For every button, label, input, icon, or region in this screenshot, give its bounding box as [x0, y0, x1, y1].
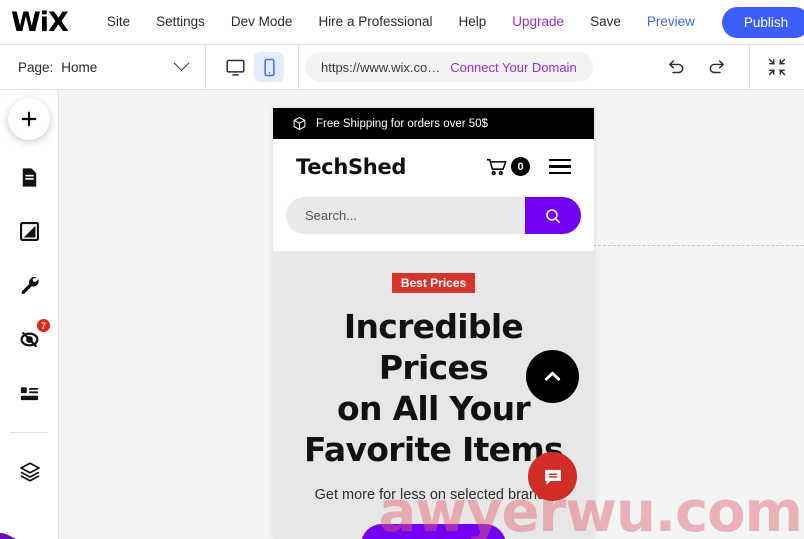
search-row: Search...: [273, 194, 594, 251]
collapse-button[interactable]: [760, 50, 794, 84]
shop-now-button[interactable]: Shop Now: [361, 523, 506, 539]
chevron-down-icon: [173, 54, 190, 71]
nav-item-upgrade[interactable]: Upgrade: [499, 0, 577, 44]
wrench-icon: [21, 276, 39, 294]
editor-top-bar: WiX Site Settings Dev Mode Hire a Profes…: [0, 0, 804, 45]
desktop-icon: [225, 59, 245, 76]
package-icon: [293, 117, 306, 130]
nav-item-help[interactable]: Help: [446, 0, 500, 44]
page-selector-prefix: Page:: [18, 59, 54, 75]
sidebar-item-layers[interactable]: [0, 445, 59, 499]
editor-tools: [659, 44, 804, 90]
nav-item-settings[interactable]: Settings: [143, 0, 218, 44]
corner-accent: [0, 517, 26, 539]
page-selector-value: Home: [61, 59, 98, 75]
theme-icon: [20, 221, 39, 241]
wix-logo[interactable]: WiX: [11, 9, 69, 36]
scroll-to-top-button[interactable]: [526, 350, 579, 403]
undo-button[interactable]: [659, 50, 693, 84]
sidebar-item-hidden-elements[interactable]: 7: [0, 312, 59, 366]
chat-bubble-icon: [544, 469, 561, 485]
add-elements-button[interactable]: [8, 98, 50, 140]
announcement-bar[interactable]: Free Shipping for orders over 50$: [273, 108, 594, 139]
divider: [298, 44, 299, 90]
mobile-icon: [263, 58, 275, 76]
desktop-view-button[interactable]: [220, 52, 250, 82]
mobile-view-button[interactable]: [254, 52, 284, 82]
sidebar-item-apps[interactable]: [0, 366, 59, 420]
cart-button[interactable]: 0: [485, 156, 530, 178]
store-brand-logo[interactable]: TechShed: [296, 155, 406, 179]
connect-domain-link[interactable]: Connect Your Domain: [450, 60, 576, 75]
plus-icon: [21, 111, 37, 127]
device-switcher: [206, 52, 298, 82]
undo-icon: [668, 59, 683, 73]
nav-item-preview[interactable]: Preview: [634, 0, 708, 44]
nav-item-hire-a-professional[interactable]: Hire a Professional: [305, 0, 445, 44]
chevron-up-icon: [544, 371, 561, 381]
hero-badge: Best Prices: [391, 273, 476, 293]
publish-button[interactable]: Publish: [721, 6, 804, 38]
hamburger-icon[interactable]: [549, 159, 571, 174]
sidebar-item-pages[interactable]: [0, 150, 59, 204]
editor-left-sidebar: 7: [0, 90, 59, 539]
layers-icon: [19, 462, 40, 482]
collapse-icon: [768, 58, 786, 76]
search-input[interactable]: Search...: [286, 197, 525, 234]
redo-button[interactable]: [699, 50, 733, 84]
search-icon: [546, 208, 561, 223]
site-url-pill[interactable]: https://www.wix.co… Connect Your Domain: [305, 52, 593, 82]
wix-editor-window: WiX Site Settings Dev Mode Hire a Profes…: [0, 0, 804, 539]
chat-widget-button[interactable]: [528, 452, 577, 501]
nav-item-dev-mode[interactable]: Dev Mode: [218, 0, 306, 44]
announcement-text: Free Shipping for orders over 50$: [316, 117, 488, 130]
corner-accent-icon: [0, 533, 16, 539]
editor-canvas[interactable]: Free Shipping for orders over 50$ TechSh…: [59, 90, 804, 539]
apps-icon: [20, 386, 39, 400]
search-submit-button[interactable]: [525, 197, 581, 234]
site-url-text: https://www.wix.co…: [321, 59, 441, 75]
store-header: TechShed 0: [273, 139, 594, 194]
sidebar-item-theme[interactable]: [0, 204, 59, 258]
nav-item-site[interactable]: Site: [94, 0, 143, 44]
cart-icon: [486, 158, 507, 175]
divider: [10, 432, 48, 433]
nav-item-save[interactable]: Save: [577, 0, 634, 44]
redo-icon: [709, 59, 724, 73]
cart-count-badge: 0: [511, 157, 530, 176]
hidden-elements-badge: 7: [36, 318, 51, 333]
header-icons: 0: [485, 156, 571, 178]
layout-guide-line: [593, 245, 804, 246]
sidebar-item-tools[interactable]: [0, 258, 59, 312]
page-selector[interactable]: Page: Home: [0, 45, 205, 90]
divider: [749, 44, 750, 90]
editor-secondary-bar: Page: Home https://www.wix.co… Connect Y…: [0, 44, 804, 90]
pages-icon: [22, 167, 37, 187]
